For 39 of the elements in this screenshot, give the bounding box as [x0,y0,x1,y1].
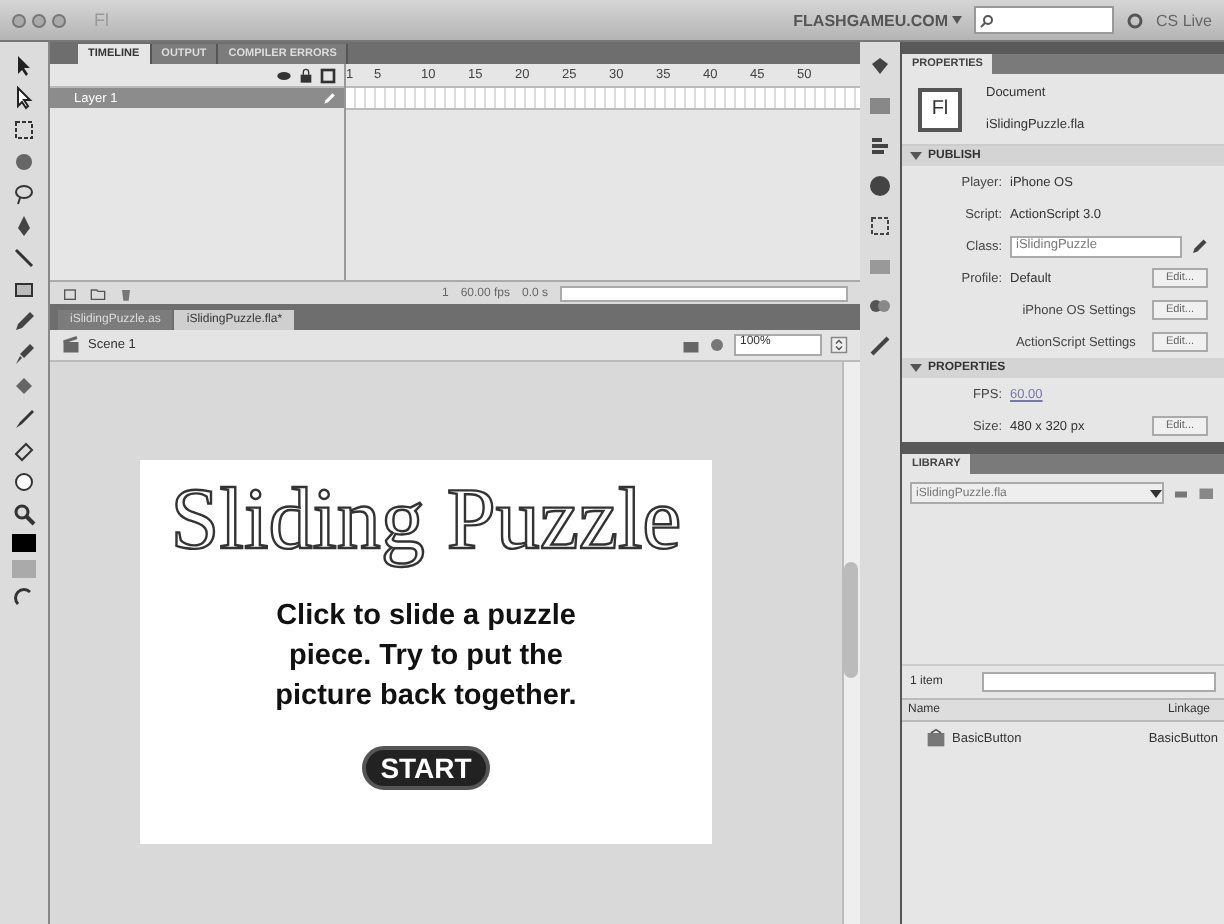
caret-icon[interactable] [910,362,922,374]
line-icon[interactable] [12,246,36,270]
caret-icon[interactable] [910,150,922,162]
game-title: Sliding Puzzle [170,471,682,568]
align-icon[interactable] [868,134,892,158]
transform-icon[interactable] [12,118,36,142]
fill-color-swatch[interactable] [12,560,36,578]
pencil-icon[interactable] [322,91,336,105]
zoom-icon[interactable] [12,502,36,526]
search-field[interactable] [982,672,1216,692]
sphere-icon[interactable] [12,150,36,174]
search-icon [979,13,994,27]
pencil-icon[interactable] [1190,237,1208,255]
instructions-text: Click to slide a puzzle piece. Try to put the picture back together. [273,597,579,717]
search-field[interactable] [973,6,1114,34]
sync-icon[interactable] [1125,11,1144,29]
transform-icon[interactable] [868,214,892,238]
document-icon: Fl [918,87,962,131]
start-button[interactable]: START [362,745,490,790]
selection-arrow-icon[interactable] [12,54,36,78]
eye-icon[interactable] [276,67,292,83]
pencil-icon[interactable] [12,310,36,334]
rectangle-icon[interactable] [12,278,36,302]
stepper-icon[interactable] [830,336,848,354]
new-layer-icon[interactable] [62,285,78,301]
stroke-color-swatch[interactable] [12,534,36,552]
lock-icon[interactable] [298,67,314,83]
cs-live-menu[interactable]: CS Live [1155,11,1212,29]
clapper-icon[interactable] [62,336,80,354]
outline-square-icon[interactable] [320,67,336,83]
horizontal-scrollbar[interactable] [560,285,849,301]
workspace-menu[interactable]: FLASHGAMEU.COM [793,11,962,29]
folder-icon[interactable] [90,285,106,301]
subselection-arrow-icon[interactable] [12,86,36,110]
caret-icon[interactable] [1150,487,1162,499]
eyedropper-icon[interactable] [12,406,36,430]
vertical-scrollbar[interactable] [842,362,860,924]
lasso-icon[interactable] [12,182,36,206]
brush-icon[interactable] [12,342,36,366]
